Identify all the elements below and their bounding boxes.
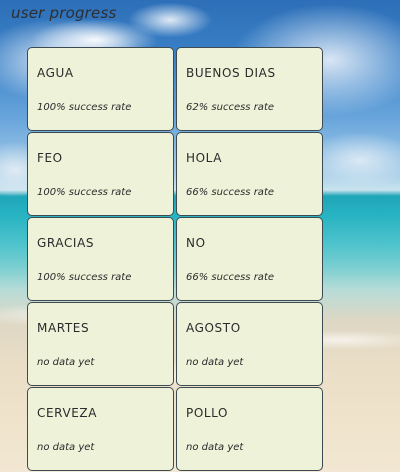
no-data-text: no data yet	[186, 442, 244, 453]
word-label: CERVEZA	[37, 406, 98, 420]
word-card-agosto[interactable]: AGOSTO no data yet	[176, 302, 323, 386]
word-card-cerveza[interactable]: CERVEZA no data yet	[27, 387, 174, 471]
word-card-hola[interactable]: HOLA 66% success rate	[176, 132, 323, 216]
success-rate-text: 100% success rate	[37, 187, 132, 198]
word-label: AGOSTO	[186, 321, 241, 335]
success-rate-text: 100% success rate	[37, 272, 132, 283]
word-card-martes[interactable]: MARTES no data yet	[27, 302, 174, 386]
word-label: GRACIAS	[37, 236, 95, 250]
word-card-feo[interactable]: FEO 100% success rate	[27, 132, 174, 216]
word-label: MARTES	[37, 321, 90, 335]
no-data-text: no data yet	[37, 442, 95, 453]
success-rate-text: 62% success rate	[186, 102, 275, 113]
word-label: POLLO	[186, 406, 229, 420]
word-label: FEO	[37, 151, 63, 165]
word-label: BUENOS DIAS	[186, 66, 276, 80]
word-card-gracias[interactable]: GRACIAS 100% success rate	[27, 217, 174, 301]
word-card-buenos-dias[interactable]: BUENOS DIAS 62% success rate	[176, 47, 323, 131]
word-progress-grid: AGUA 100% success rate BUENOS DIAS 62% s…	[27, 47, 323, 471]
word-card-agua[interactable]: AGUA 100% success rate	[27, 47, 174, 131]
word-card-pollo[interactable]: POLLO no data yet	[176, 387, 323, 471]
success-rate-text: 100% success rate	[37, 102, 132, 113]
word-card-no[interactable]: NO 66% success rate	[176, 217, 323, 301]
word-label: HOLA	[186, 151, 223, 165]
success-rate-text: 66% success rate	[186, 187, 275, 198]
word-label: AGUA	[37, 66, 74, 80]
success-rate-text: 66% success rate	[186, 272, 275, 283]
word-label: NO	[186, 236, 206, 250]
no-data-text: no data yet	[37, 357, 95, 368]
no-data-text: no data yet	[186, 357, 244, 368]
page-title: user progress	[11, 4, 117, 22]
